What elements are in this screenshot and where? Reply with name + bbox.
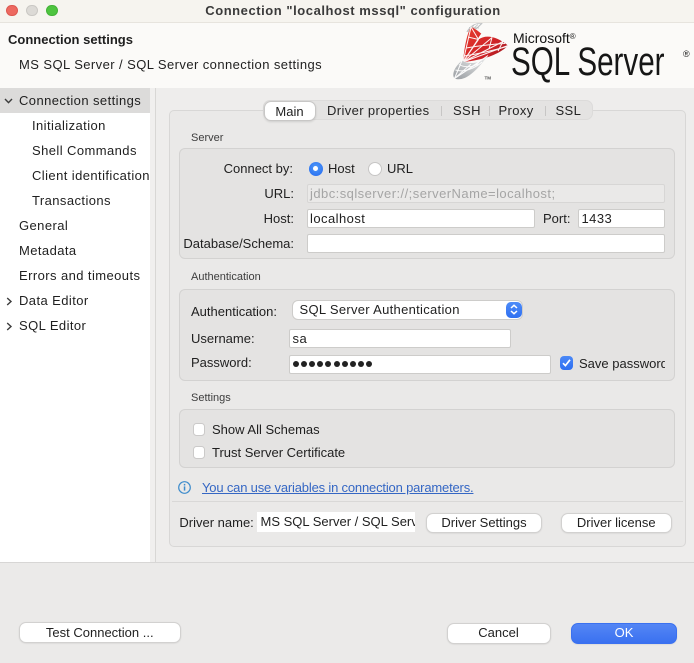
svg-text:TM: TM [485,76,492,81]
